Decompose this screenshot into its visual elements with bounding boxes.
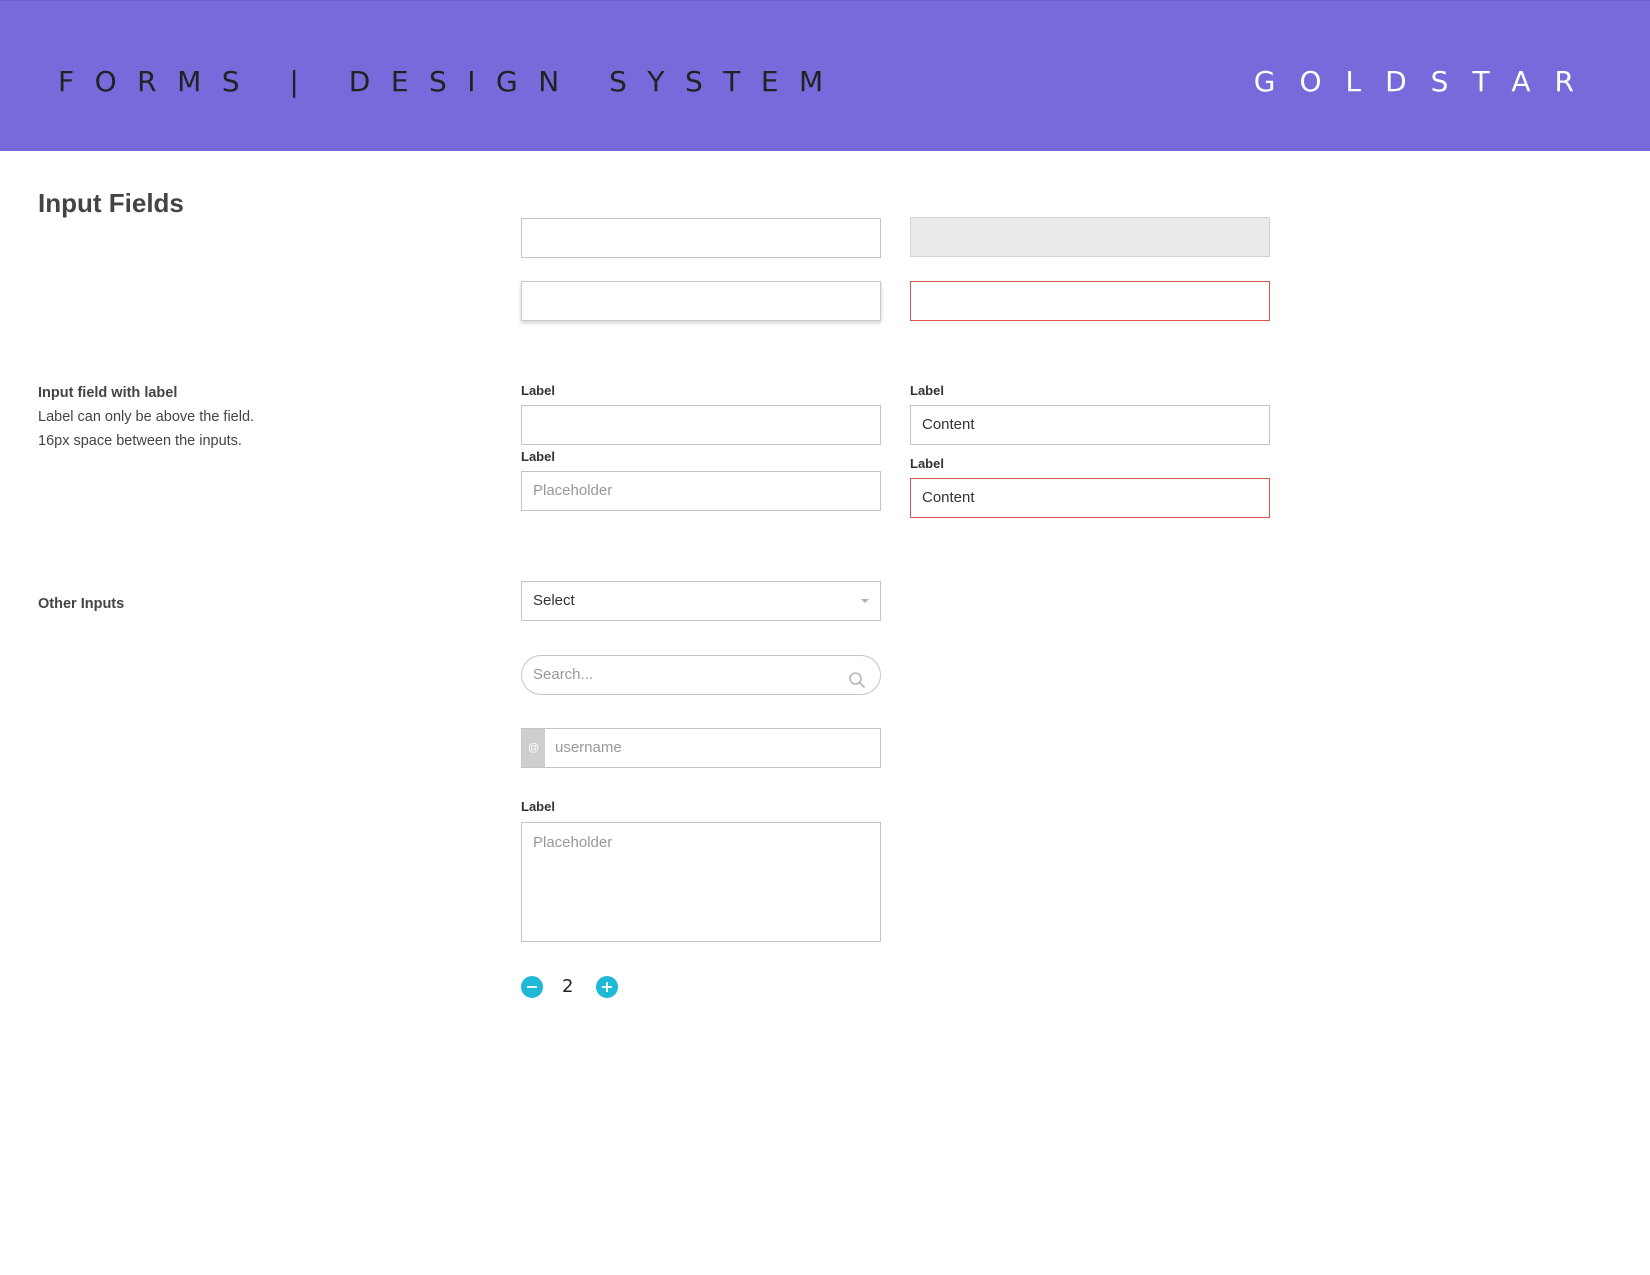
header-bar: FORMS | DESIGN SYSTEM GOLDSTAR xyxy=(0,0,1650,151)
chevron-down-icon xyxy=(861,599,869,603)
search-icon[interactable] xyxy=(848,666,866,688)
minus-icon xyxy=(527,986,537,988)
input-focused[interactable] xyxy=(521,281,881,321)
page: FORMS | DESIGN SYSTEM GOLDSTAR Input Fie… xyxy=(0,0,1650,1275)
quantity-value: 2 xyxy=(562,976,574,997)
field-label: Label xyxy=(910,456,944,471)
labeled-desc-line1: Label can only be above the field. xyxy=(38,409,255,425)
select-dropdown[interactable]: Select xyxy=(521,581,881,621)
field-label: Label xyxy=(521,383,555,398)
input-error[interactable] xyxy=(910,281,1270,321)
labeled-desc-line2: 16px space between the inputs. xyxy=(38,433,242,449)
section-labeled-description: Input field with label Label can only be… xyxy=(38,381,254,453)
search-input[interactable]: Search... xyxy=(521,655,881,695)
section-title-other-inputs: Other Inputs xyxy=(38,596,125,612)
labeled-input-placeholder[interactable]: Placeholder xyxy=(521,471,881,511)
labeled-input-error[interactable]: Content xyxy=(910,478,1270,518)
section-title-labeled: Input field with label xyxy=(38,385,178,401)
brand-logo-text: GOLDSTAR xyxy=(1253,65,1598,98)
input-placeholder-text: Placeholder xyxy=(533,482,613,499)
labeled-input-filled[interactable]: Content xyxy=(910,405,1270,445)
at-icon: @ xyxy=(528,742,540,754)
select-value: Select xyxy=(533,592,575,609)
page-title: FORMS | DESIGN SYSTEM xyxy=(58,65,844,98)
labeled-input-empty[interactable] xyxy=(521,405,881,445)
username-input[interactable]: @ username xyxy=(521,728,881,768)
field-label: Label xyxy=(521,449,555,464)
textarea-field[interactable]: Placeholder xyxy=(521,822,881,942)
increment-button[interactable] xyxy=(596,976,618,998)
search-placeholder: Search... xyxy=(533,666,594,683)
textarea-placeholder: Placeholder xyxy=(533,834,613,851)
field-label: Label xyxy=(521,799,555,814)
input-default[interactable] xyxy=(521,218,881,258)
plus-icon xyxy=(602,982,612,992)
input-value-text: Content xyxy=(922,416,975,433)
input-disabled xyxy=(910,217,1270,257)
at-prefix-addon: @ xyxy=(522,729,545,767)
username-placeholder: username xyxy=(555,739,622,756)
decrement-button[interactable] xyxy=(521,976,543,998)
input-value-text: Content xyxy=(922,489,975,506)
field-label: Label xyxy=(910,383,944,398)
section-title-input-fields: Input Fields xyxy=(38,188,184,218)
